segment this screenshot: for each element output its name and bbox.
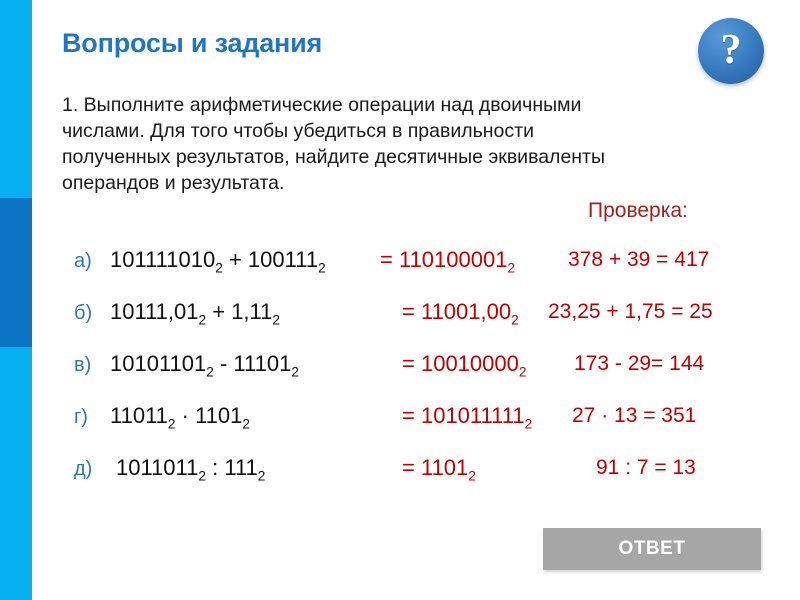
verification-heading: Проверка: (588, 199, 688, 222)
operator: · (181, 403, 189, 428)
operand-1: 101111010 (110, 247, 216, 272)
accent-bar-segment-top (0, 0, 32, 198)
equation-decimal-check: 91 : 7 = 13 (596, 456, 696, 479)
operator: - (219, 351, 228, 376)
equation-label: а) (74, 250, 92, 272)
equation-expression: 10111,012 + 1,112 (110, 299, 280, 328)
operand-2-base: 2 (291, 364, 299, 380)
result-base: 2 (518, 364, 527, 380)
result-value: 11001,00 (420, 299, 512, 324)
equation-decimal-check: 23,25 + 1,75 = 25 (548, 300, 713, 323)
equation-row: в) 101011012 - 111012 = 100100002 173 - … (62, 347, 792, 399)
equation-label: б) (74, 302, 93, 324)
operand-1-base: 2 (206, 364, 214, 380)
operand-2: 111 (224, 455, 258, 480)
left-accent-bar (0, 0, 32, 600)
instructions-line-1: 1. Выполните арифметические операции над… (62, 94, 582, 116)
operand-1-base: 2 (167, 416, 176, 432)
operand-1: 10111,01 (110, 299, 199, 324)
operand-2: 100111 (247, 247, 319, 272)
operand-2-base: 2 (257, 468, 266, 484)
operand-2: 1,11 (231, 299, 273, 324)
equation-expression: 1011110102 + 1001112 (110, 247, 326, 276)
operand-1-base: 2 (215, 260, 223, 276)
answer-button-label: ОТВЕТ (618, 538, 686, 559)
operand-2-base: 2 (242, 416, 250, 432)
equation-result: = 11012 (402, 455, 476, 484)
operator: + (212, 299, 226, 324)
answer-button[interactable]: ОТВЕТ (543, 528, 761, 570)
instructions-line-4: операндов и результата. (62, 172, 285, 194)
instructions-line-3: полученных результатов, найдите десятичн… (62, 146, 606, 168)
result-value: 110100001 (398, 247, 508, 272)
equation-result: = 100100002 (402, 351, 527, 380)
equation-result: = 11001,002 (402, 299, 519, 328)
equation-row: г) 110112 · 11012 = 1010111112 27 · 13 =… (62, 399, 792, 451)
result-value: 10010000 (420, 351, 519, 376)
accent-bar-segment-middle (0, 198, 32, 347)
page-title: Вопросы и задания (62, 28, 323, 58)
result-value: 1101 (420, 455, 469, 480)
operand-1: 11011 (110, 403, 168, 428)
equation-expression: 10110112 : 1112 (116, 455, 266, 484)
result-base: 2 (507, 260, 516, 276)
operand-1: 1011011 (116, 455, 199, 480)
equation-expression: 110112 · 11012 (110, 403, 250, 432)
equation-row: а) 1011110102 + 1001112 = 1101000012 378… (62, 243, 792, 295)
result-value: 101011111 (420, 403, 525, 428)
operator: : (212, 455, 219, 480)
accent-bar-segment-bottom (0, 347, 32, 600)
operator: + (228, 247, 242, 272)
result-base: 2 (511, 312, 519, 328)
equation-expression: 101011012 - 111012 (110, 351, 299, 380)
equation-decimal-check: 378 + 39 = 417 (568, 248, 710, 271)
operand-2: 1101 (195, 403, 243, 428)
operand-2: 11101 (233, 351, 292, 376)
equation-label: д) (74, 458, 93, 480)
equation-label: г) (74, 406, 88, 428)
question-mark-icon: ? (698, 18, 764, 84)
operand-2-base: 2 (318, 260, 326, 276)
operand-1-base: 2 (198, 468, 206, 484)
equation-decimal-check: 173 - 29= 144 (574, 352, 705, 375)
equation-row: д) 10110112 : 1112 = 11012 91 : 7 = 13 (62, 451, 792, 503)
instructions-line-2: числами. Для того чтобы убедиться в прав… (62, 120, 534, 142)
result-base: 2 (468, 468, 476, 484)
equation-decimal-check: 27 · 13 = 351 (572, 404, 697, 427)
equation-result: = 1010111112 (402, 403, 533, 432)
equation-result: = 1101000012 (380, 247, 516, 276)
operand-1: 10101101 (110, 351, 207, 376)
operand-1-base: 2 (198, 312, 207, 328)
equations-list: а) 1011110102 + 1001112 = 1101000012 378… (62, 243, 792, 503)
result-base: 2 (524, 416, 533, 432)
task-instructions: 1. Выполните арифметические операции над… (62, 92, 776, 196)
question-mark-glyph: ? (720, 26, 742, 73)
equation-label: в) (74, 354, 92, 376)
equation-row: б) 10111,012 + 1,112 = 11001,002 23,25 +… (62, 295, 792, 347)
operand-2-base: 2 (272, 312, 280, 328)
